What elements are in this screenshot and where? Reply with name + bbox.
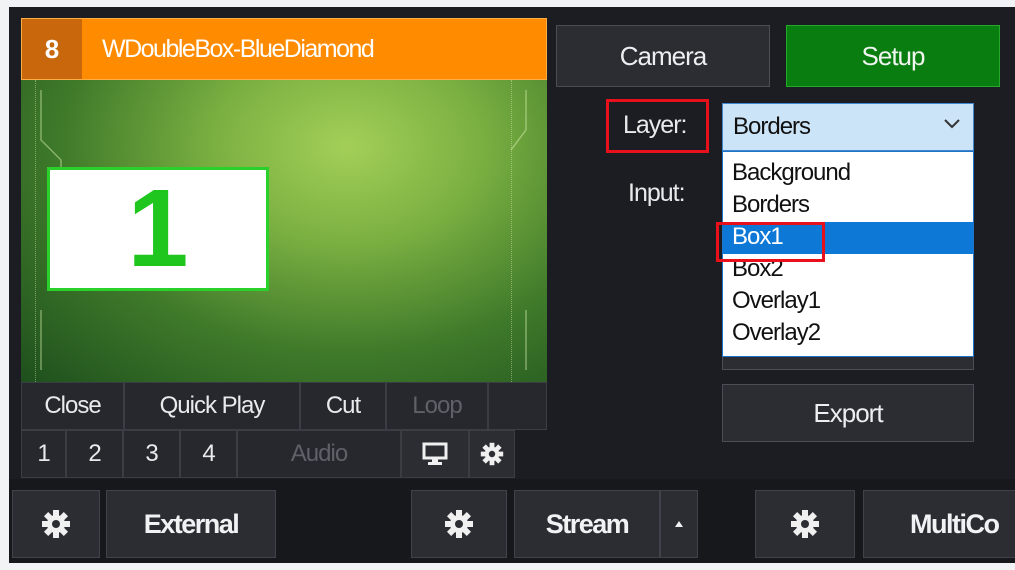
cut-button[interactable]: Cut <box>300 382 386 430</box>
stream-settings-gear-icon[interactable] <box>411 490 507 558</box>
box1-layer: 1 <box>47 167 269 291</box>
vmix-window: 8 WDoubleBox-BlueDiamond 1 Close Quick P… <box>9 7 1015 563</box>
input-header[interactable]: 8 WDoubleBox-BlueDiamond <box>21 18 547 80</box>
audio-button[interactable]: Audio <box>237 430 401 478</box>
quick-play-button[interactable]: Quick Play <box>124 382 300 430</box>
multicorder-settings-gear-icon[interactable] <box>755 490 855 558</box>
external-settings-gear-icon[interactable] <box>12 490 100 558</box>
close-button[interactable]: Close <box>21 382 124 430</box>
export-button[interactable]: Export <box>722 384 974 442</box>
input-preview[interactable]: 1 <box>21 80 547 382</box>
loop-button[interactable]: Loop <box>386 382 488 430</box>
setup-button[interactable]: Setup <box>786 25 1000 87</box>
multicorder-button[interactable]: MultiCo <box>863 490 1015 558</box>
empty-control <box>488 382 547 430</box>
external-button[interactable]: External <box>106 490 276 558</box>
input-controls-row2: 1 2 3 4 Audio <box>21 430 515 478</box>
camera-button[interactable]: Camera <box>556 25 770 87</box>
chevron-down-icon <box>944 119 960 129</box>
layer-select[interactable]: Borders <box>722 103 974 151</box>
input-controls-row1: Close Quick Play Cut Loop <box>21 382 547 430</box>
box1-option-highlight <box>716 222 825 262</box>
overlay-4-button[interactable]: 4 <box>180 430 237 478</box>
monitor-icon[interactable] <box>401 430 469 478</box>
input-settings-gear-icon[interactable] <box>469 430 515 478</box>
bottom-toolbar: External Stream MultiCo <box>9 479 1015 563</box>
box1-text: 1 <box>127 167 189 290</box>
overlay-1-button[interactable]: 1 <box>21 430 66 478</box>
stream-button[interactable]: Stream <box>514 490 660 558</box>
layer-option-overlay2[interactable]: Overlay2 <box>723 318 973 350</box>
layer-option-background[interactable]: Background <box>723 158 973 190</box>
overlay-2-button[interactable]: 2 <box>66 430 123 478</box>
layer-option-borders[interactable]: Borders <box>723 190 973 222</box>
input-title: WDoubleBox-BlueDiamond <box>102 35 375 63</box>
stream-menu-caret-icon[interactable] <box>660 490 698 558</box>
input-number: 8 <box>22 19 82 79</box>
input-label: Input: <box>628 179 686 207</box>
layer-option-overlay1[interactable]: Overlay1 <box>723 286 973 318</box>
overlay-3-button[interactable]: 3 <box>123 430 180 478</box>
layer-label-highlight <box>606 99 709 153</box>
input-select-partial <box>722 357 974 370</box>
layer-select-value: Borders <box>733 113 811 140</box>
